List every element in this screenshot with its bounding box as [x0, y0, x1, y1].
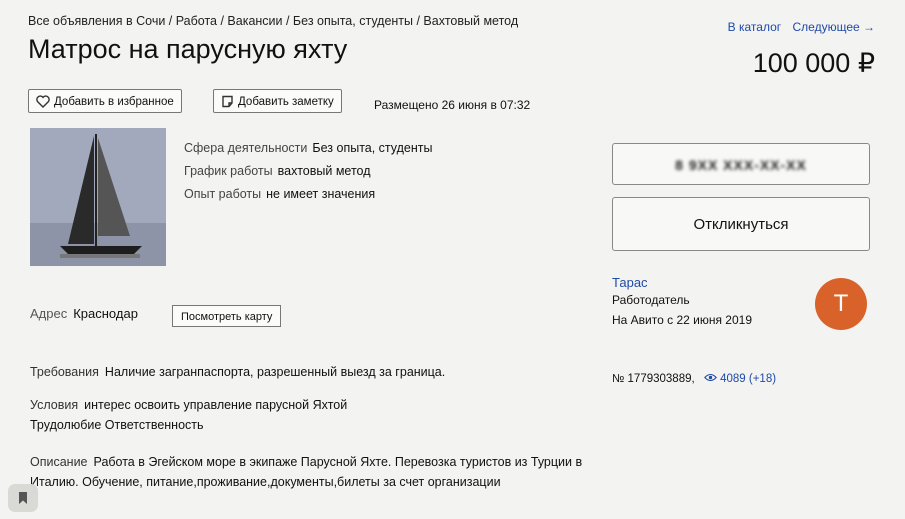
requirements-value: Наличие загранпаспорта, разрешенный выез… — [104, 365, 446, 379]
posted-date: Размещено 26 июня в 07:32 — [374, 98, 531, 112]
fact-row: График работы вахтовый метод — [184, 160, 433, 183]
show-phone-button[interactable]: 8 9ХХ ХХХ-ХХ-ХХ — [612, 143, 870, 185]
sailboat-image — [30, 128, 166, 266]
listing-photo[interactable] — [30, 128, 166, 266]
requirements-label: Требования — [30, 365, 99, 379]
eye-icon — [703, 373, 717, 382]
description: Описание Работа в Эгейском море в экипаже… — [30, 452, 590, 492]
catalog-link[interactable]: В каталог — [728, 20, 781, 34]
bookmark-icon — [19, 492, 27, 504]
fact-row: Опыт работы не имеет значения — [184, 183, 433, 206]
job-facts: Сфера деятельности Без опыта, студенты Гр… — [184, 137, 433, 206]
fact-key: График работы — [184, 164, 273, 178]
reply-button[interactable]: Откликнуться — [612, 197, 870, 251]
next-link[interactable]: Следующее → — [793, 20, 876, 34]
fact-value: вахтовый метод — [277, 164, 371, 178]
show-map-button[interactable]: Посмотреть карту — [172, 305, 282, 327]
conditions: Условия интерес освоить управление парусн… — [30, 398, 347, 412]
add-note-button[interactable]: Добавить заметку — [213, 89, 342, 113]
listing-stats: № 1779303889, 4089 (+18) — [612, 373, 776, 385]
phone-number: 8 9ХХ ХХХ-ХХ-ХХ — [675, 157, 807, 173]
add-favorite-label: Добавить в избранное — [54, 96, 174, 108]
bookmark-button[interactable] — [8, 484, 38, 512]
breadcrumb[interactable]: Все объявления в Сочи / Работа / Ваканси… — [28, 14, 518, 28]
views-counter: 4089 (+18) — [703, 373, 777, 385]
seller-since: На Авито с 22 июня 2019 — [612, 313, 752, 327]
conditions-label: Условия — [30, 398, 79, 412]
address: Адрес Краснодар — [30, 306, 138, 321]
seller-role: Работодатель — [612, 293, 690, 307]
fact-key: Сфера деятельности — [184, 141, 308, 155]
note-icon — [222, 95, 233, 108]
conditions-value: интерес освоить управление парусной Яхто… — [84, 398, 348, 412]
price: 100 000 ₽ — [752, 48, 875, 78]
qualities: Трудолюбие Ответственность — [30, 418, 204, 432]
add-favorite-button[interactable]: Добавить в избранное — [28, 89, 182, 113]
fact-row: Сфера деятельности Без опыта, студенты — [184, 137, 433, 160]
seller-name-link[interactable]: Тарас — [612, 275, 648, 290]
heart-icon — [36, 95, 50, 108]
views-count: 4089 (+18) — [720, 373, 777, 385]
page-title: Матрос на парусную яхту — [28, 34, 348, 64]
address-label: Адрес — [30, 306, 68, 321]
description-label: Описание — [30, 455, 88, 469]
listing-number: № 1779303889, — [612, 373, 695, 385]
address-value: Краснодар — [73, 306, 138, 321]
fact-key: Опыт работы — [184, 187, 262, 201]
fact-value: не имеет значения — [266, 187, 376, 201]
fact-value: Без опыта, студенты — [312, 141, 433, 155]
add-note-label: Добавить заметку — [238, 96, 334, 108]
description-text: Работа в Эгейском море в экипаже Парусно… — [30, 455, 583, 489]
top-links: В каталог Следующее → — [720, 20, 875, 34]
avatar[interactable]: Т — [815, 278, 867, 330]
requirements: Требования Наличие загранпаспорта, разреш… — [30, 365, 445, 379]
